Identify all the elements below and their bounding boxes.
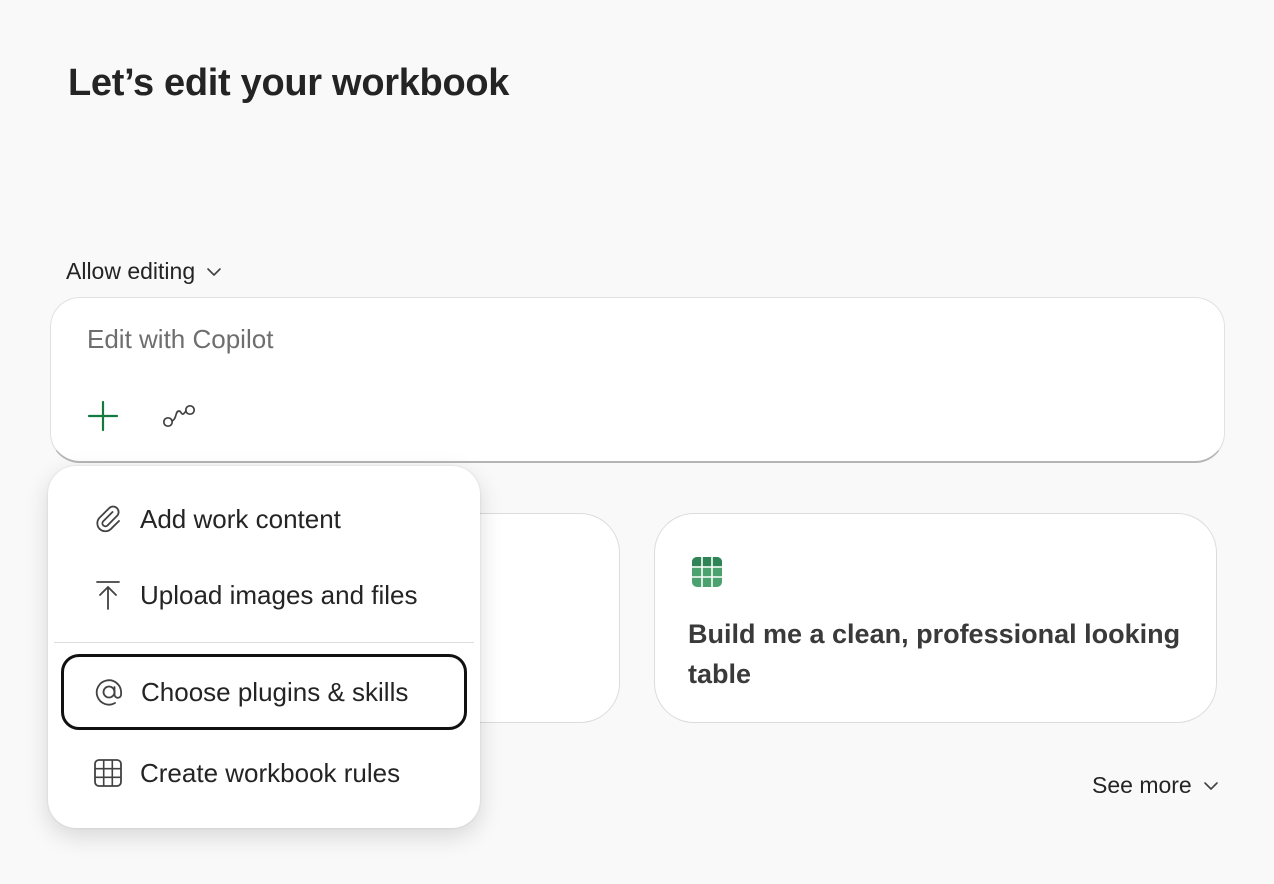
flow-icon bbox=[162, 404, 196, 428]
chevron-down-icon bbox=[207, 267, 221, 276]
allow-editing-dropdown[interactable]: Allow editing bbox=[66, 258, 223, 285]
grid-table-icon bbox=[692, 557, 722, 587]
menu-item-label: Upload images and files bbox=[140, 579, 418, 610]
flow-button[interactable] bbox=[157, 394, 201, 438]
chevron-down-icon bbox=[1203, 781, 1218, 790]
mode-label: Allow editing bbox=[66, 258, 196, 284]
copilot-edit-page: Let’s edit your workbook Allow editing E… bbox=[0, 0, 1274, 884]
suggestion-card-text: Build me a clean, professional looking t… bbox=[688, 619, 1181, 689]
see-more-button[interactable]: See more bbox=[1092, 772, 1220, 799]
table-grid-icon bbox=[92, 757, 124, 789]
see-more-label: See more bbox=[1092, 772, 1192, 798]
suggestion-card-build-table[interactable]: Build me a clean, professional looking t… bbox=[654, 513, 1217, 723]
menu-item-label: Create workbook rules bbox=[140, 757, 401, 788]
menu-item-upload-images-files[interactable]: Upload images and files bbox=[60, 557, 468, 633]
add-content-menu: Add work content Upload images and files… bbox=[48, 466, 480, 828]
paperclip-icon bbox=[92, 503, 124, 535]
menu-item-choose-plugins-skills[interactable]: Choose plugins & skills bbox=[61, 654, 467, 730]
add-button[interactable] bbox=[81, 394, 125, 438]
page-title: Let’s edit your workbook bbox=[68, 62, 510, 104]
copilot-composer bbox=[50, 297, 1225, 463]
menu-item-add-work-content[interactable]: Add work content bbox=[60, 481, 468, 557]
menu-item-label: Choose plugins & skills bbox=[141, 676, 409, 707]
menu-divider bbox=[54, 642, 474, 643]
upload-icon bbox=[92, 579, 124, 611]
edit-with-copilot-input[interactable] bbox=[87, 324, 987, 355]
menu-item-label: Add work content bbox=[140, 503, 341, 534]
menu-item-create-workbook-rules[interactable]: Create workbook rules bbox=[60, 735, 468, 811]
plus-icon bbox=[87, 400, 119, 432]
at-sign-icon bbox=[93, 676, 125, 708]
